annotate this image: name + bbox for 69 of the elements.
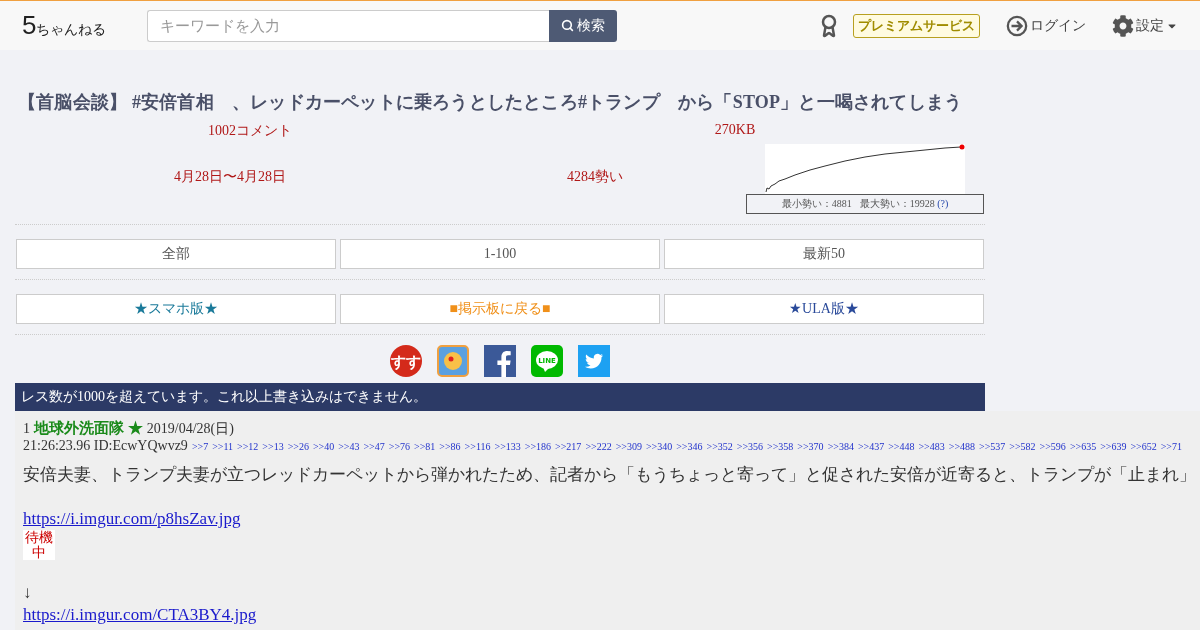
reply-link[interactable]: >>488 (948, 441, 976, 452)
reply-link[interactable]: >>43 (338, 441, 360, 452)
reply-link[interactable]: >>352 (706, 441, 733, 452)
reply-link[interactable]: >>12 (237, 441, 259, 452)
post-text: 安倍夫妻、トランプ夫妻が立つレッドカーペットから弾かれたため、記者から「もうちょっと寄って」と促された安倍が近寄ると、トランプが「止まれ」 (23, 464, 1196, 486)
reply-link[interactable]: >>116 (464, 441, 491, 452)
reply-link[interactable]: >>356 (736, 441, 764, 452)
chart-caption: 最小勢い：4881 最大勢い：19928 (?) (746, 194, 984, 214)
post-date: 2019/04/28(日) (146, 420, 234, 438)
reply-link[interactable]: >>222 (585, 441, 612, 452)
reply-link[interactable]: >>358 (767, 441, 794, 452)
login-link[interactable]: ログイン (1006, 14, 1086, 37)
notice-bar: レス数が1000を超えています。これ以上書き込みはできません。 (15, 383, 985, 411)
bird-icon[interactable] (578, 345, 610, 377)
reply-link[interactable]: >>483 (918, 441, 945, 452)
logo-name[interactable]: ちゃんねる (36, 21, 107, 39)
reply-link[interactable]: >>370 (797, 441, 824, 452)
app-icon[interactable] (437, 345, 469, 377)
reply-link[interactable]: >>11 (212, 441, 234, 452)
thread-size: 270KB (714, 122, 756, 139)
image-link[interactable]: https://i.imgur.com/p8hsZav.jpg (23, 508, 241, 530)
reply-link[interactable]: >>340 (645, 441, 673, 452)
reply-link[interactable]: >>309 (615, 441, 642, 452)
logo-mark[interactable]: 5 (22, 10, 37, 41)
search-icon (561, 19, 574, 32)
search-button[interactable]: 検索 (549, 9, 617, 42)
reply-link[interactable]: >>448 (888, 441, 915, 452)
post-number: 1 (23, 421, 30, 437)
reply-link[interactable]: >>13 (262, 441, 284, 452)
reply-link[interactable]: >>47 (363, 441, 385, 452)
date-range: 4月28日〜4月28日 (174, 168, 286, 186)
nav-button[interactable]: 全部 (16, 239, 336, 269)
reply-link[interactable]: >>346 (676, 441, 703, 452)
login-icon (1006, 14, 1028, 37)
reply-link[interactable]: >>437 (857, 441, 885, 452)
reply-link[interactable]: >>86 (439, 441, 461, 452)
post-time-id: 21:26:23.96 ID:EcwYQwvz9 (23, 438, 188, 454)
reply-link[interactable]: >>639 (1100, 441, 1127, 452)
momentum: 4284勢い (567, 168, 623, 186)
nav-button[interactable]: 最新50 (664, 239, 984, 269)
poster-name: 地球外洗面隊 ★ (34, 419, 143, 438)
nav-button[interactable]: 1-100 (340, 239, 660, 269)
nav-button[interactable]: ★スマホ版★ (16, 294, 336, 324)
reply-link[interactable]: >>537 (979, 441, 1006, 452)
reply-link[interactable]: >>40 (312, 441, 335, 452)
reply-link[interactable]: >>652 (1130, 441, 1157, 452)
settings-icon (1112, 14, 1134, 37)
loading-notice: 待機中 (23, 530, 55, 560)
reply-link[interactable]: >>71 (1160, 441, 1182, 452)
reply-link[interactable]: >>384 (827, 441, 854, 452)
settings-link[interactable]: 設定 (1112, 14, 1178, 37)
thread-title: 【首脳会談】 #安倍首相 、レッドカーペットに乗ろうとしたところ#トランプ から「STOP」と一喝されてしまう (18, 91, 964, 114)
search-field[interactable]: キーワードを入力 (147, 9, 549, 42)
reply-link[interactable]: >>596 (1039, 441, 1066, 452)
reply-link[interactable]: >>186 (524, 441, 552, 452)
reply-link[interactable]: >>582 (1009, 441, 1036, 452)
reply-link[interactable]: >>26 (287, 441, 309, 452)
susu-logo-icon[interactable]: すす (390, 345, 422, 377)
image-link[interactable]: https://i.imgur.com/CTA3BY4.jpg (23, 604, 257, 626)
reply-link[interactable]: >>133 (494, 441, 521, 452)
post-text: ↓ (23, 582, 32, 604)
facebook-icon[interactable] (484, 345, 516, 377)
reply-link[interactable]: >>7 (191, 441, 209, 452)
nav-button[interactable]: ★ULA版★ (664, 294, 984, 324)
reply-link[interactable]: >>217 (555, 441, 582, 452)
comment-count: 1002コメント (208, 122, 292, 140)
reply-link[interactable]: >>76 (388, 441, 411, 452)
reply-link[interactable]: >>635 (1069, 441, 1097, 452)
reply-link[interactable]: >>81 (414, 441, 436, 452)
